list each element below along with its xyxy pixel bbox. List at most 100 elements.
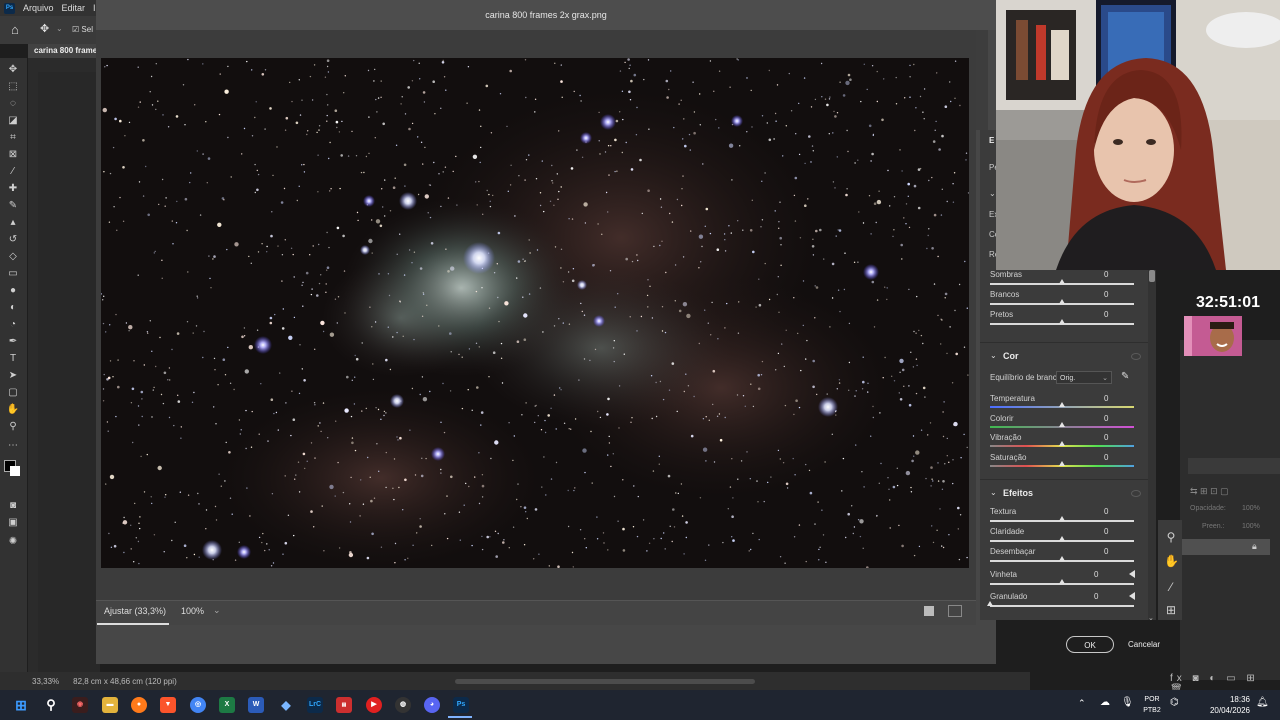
single-view-icon[interactable] <box>924 606 934 616</box>
type-tool-icon[interactable]: T <box>6 353 20 365</box>
network-icon[interactable]: ⌬ <box>1170 697 1179 708</box>
sponge-tool-icon[interactable]: ◔ <box>6 319 20 331</box>
sampler-icon[interactable]: ⁄ <box>1164 580 1178 594</box>
shadows-value[interactable]: 0 <box>1104 270 1122 279</box>
home-icon[interactable]: ⌂ <box>11 22 19 37</box>
color-section-title[interactable]: Cor <box>1003 351 1019 361</box>
auto-select-checkbox[interactable]: ☑ Sel <box>72 25 93 34</box>
grain-slider[interactable] <box>990 605 1134 607</box>
zoom-tool-icon[interactable]: ⚲ <box>6 421 20 433</box>
notifications-bell-icon[interactable]: 🔔︎ <box>1256 697 1269 708</box>
white-balance-select[interactable]: Orig. ⌄ <box>1056 371 1112 384</box>
blacks-slider-thumb[interactable] <box>1059 319 1065 324</box>
rectangle-tool-icon[interactable]: ▢ <box>6 387 20 399</box>
fill-value[interactable]: 100% <box>1242 523 1260 530</box>
vignette-expand-triangle-icon[interactable] <box>1129 570 1135 578</box>
opacity-value[interactable]: 100% <box>1242 505 1260 512</box>
whites-value[interactable]: 0 <box>1104 290 1122 299</box>
menu-arquivo[interactable]: Arquivo <box>23 3 54 13</box>
horizontal-scrollbar[interactable] <box>455 679 755 684</box>
vignette-value[interactable]: 0 <box>1094 570 1112 579</box>
grain-expand-triangle-icon[interactable] <box>1129 592 1135 600</box>
shadows-slider-thumb[interactable] <box>1059 279 1065 284</box>
generative-icon[interactable]: ✺ <box>6 536 20 548</box>
grain-value[interactable]: 0 <box>1094 592 1112 601</box>
quick-mask-icon[interactable]: ◙ <box>6 500 20 512</box>
marquee-tool-icon[interactable]: ⬚ <box>6 81 20 93</box>
chrome-icon[interactable]: ◎ <box>190 697 206 713</box>
frame-tool-icon[interactable]: ⊠ <box>6 149 20 161</box>
zoom-fit-button[interactable]: Ajustar (33,3%) <box>104 606 166 616</box>
history-brush-tool-icon[interactable]: ↺ <box>6 234 20 246</box>
tint-value[interactable]: 0 <box>1104 414 1122 423</box>
stamp-tool-icon[interactable]: ▴ <box>6 217 20 229</box>
move-tool-icon[interactable]: ✥ <box>6 64 20 76</box>
scroll-down-chevron-icon[interactable]: ⌄ <box>1148 614 1154 622</box>
grid-icon[interactable]: ⊞ <box>1164 603 1178 617</box>
effects-section-chevron-icon[interactable]: ⌄ <box>990 488 997 497</box>
whites-slider-thumb[interactable] <box>1059 299 1065 304</box>
texture-slider-thumb[interactable] <box>1059 516 1065 521</box>
path-select-tool-icon[interactable]: ➤ <box>6 370 20 382</box>
zoom-100-button[interactable]: 100% <box>181 606 204 616</box>
clarity-slider-thumb[interactable] <box>1059 536 1065 541</box>
firefox-icon[interactable]: ● <box>131 697 147 713</box>
dehaze-value[interactable]: 0 <box>1104 547 1122 556</box>
clock[interactable]: 18:36 20/04/2026 <box>1196 694 1250 716</box>
saturation-value[interactable]: 0 <box>1104 453 1122 462</box>
tray-overflow-chevron-icon[interactable]: ⌃ <box>1078 698 1086 709</box>
pen-tool-icon[interactable]: ✒ <box>6 336 20 348</box>
panel-scrollbar[interactable] <box>1148 268 1156 620</box>
cloud-icon[interactable]: ☁ <box>1100 697 1110 708</box>
screen-mode-icon[interactable]: ▣ <box>6 517 20 529</box>
hand-tool-icon[interactable]: ✋ <box>6 404 20 416</box>
background-color-swatch[interactable] <box>10 466 20 476</box>
status-zoom[interactable]: 33,33% <box>32 677 59 686</box>
blur-tool-icon[interactable]: ● <box>6 285 20 297</box>
before-after-view-icon[interactable] <box>948 605 962 617</box>
file-explorer-icon[interactable]: ▬ <box>102 697 118 713</box>
effects-section-title[interactable]: Efeitos <box>1003 488 1033 498</box>
lightroom-classic-icon[interactable]: LrC <box>307 697 323 713</box>
object-select-tool-icon[interactable]: ◪ <box>6 115 20 127</box>
microphone-icon[interactable]: 🎙︎ <box>1121 697 1134 708</box>
more-tools-icon[interactable]: ⋯ <box>6 440 20 452</box>
windows-start-icon[interactable]: ⊞ <box>13 697 29 713</box>
vibrance-slider-thumb[interactable] <box>1059 441 1065 446</box>
blacks-value[interactable]: 0 <box>1104 310 1122 319</box>
cancel-button[interactable]: Cancelar <box>1128 636 1160 653</box>
gradient-tool-icon[interactable]: ▭ <box>6 268 20 280</box>
layer-filter-icons[interactable]: ⇆ ⊞ ⊡ ▢ <box>1190 486 1229 497</box>
vibrance-value[interactable]: 0 <box>1104 433 1122 442</box>
crop-tool-icon[interactable]: ⌗ <box>6 132 20 144</box>
zoom-dropdown-chevron-icon[interactable]: ⌄ <box>213 605 221 616</box>
texture-value[interactable]: 0 <box>1104 507 1122 516</box>
ok-button[interactable]: OK <box>1066 636 1114 653</box>
news-app-icon[interactable]: ▤ <box>336 697 352 713</box>
temperature-value[interactable]: 0 <box>1104 394 1122 403</box>
zoom-icon[interactable]: ⚲ <box>1164 530 1178 544</box>
document-tab[interactable]: carina 800 frames <box>28 44 106 58</box>
brave-icon[interactable]: ▼ <box>160 697 176 713</box>
search-icon[interactable]: ⚲ <box>43 697 59 713</box>
vignette-slider-thumb[interactable] <box>1059 579 1065 584</box>
media-player-icon[interactable]: ▶ <box>366 697 382 713</box>
brush-tool-icon[interactable]: ✎ <box>6 200 20 212</box>
dodge-tool-icon[interactable]: ◐ <box>6 302 20 314</box>
clarity-value[interactable]: 0 <box>1104 527 1122 536</box>
color-visibility-eye-icon[interactable] <box>1131 353 1141 360</box>
color-section-chevron-icon[interactable]: ⌄ <box>990 351 997 360</box>
eyedropper-icon[interactable]: ✎ <box>1121 371 1129 382</box>
keyboard-language[interactable]: POR PTB2 <box>1140 694 1164 716</box>
panel-scroll-thumb[interactable] <box>1149 270 1155 282</box>
obs-icon[interactable]: ◍ <box>395 697 411 713</box>
lasso-tool-icon[interactable]: ◌ <box>6 98 20 110</box>
eraser-tool-icon[interactable]: ◇ <box>6 251 20 263</box>
grain-slider-thumb[interactable] <box>987 601 993 606</box>
saturation-slider-thumb[interactable] <box>1059 461 1065 466</box>
word-icon[interactable]: W <box>248 697 264 713</box>
game-app-icon[interactable]: ◉ <box>72 697 88 713</box>
eyedropper-tool-icon[interactable]: ⁄ <box>6 166 20 178</box>
temperature-slider-thumb[interactable] <box>1059 402 1065 407</box>
hand-icon[interactable]: ✋ <box>1164 554 1179 568</box>
